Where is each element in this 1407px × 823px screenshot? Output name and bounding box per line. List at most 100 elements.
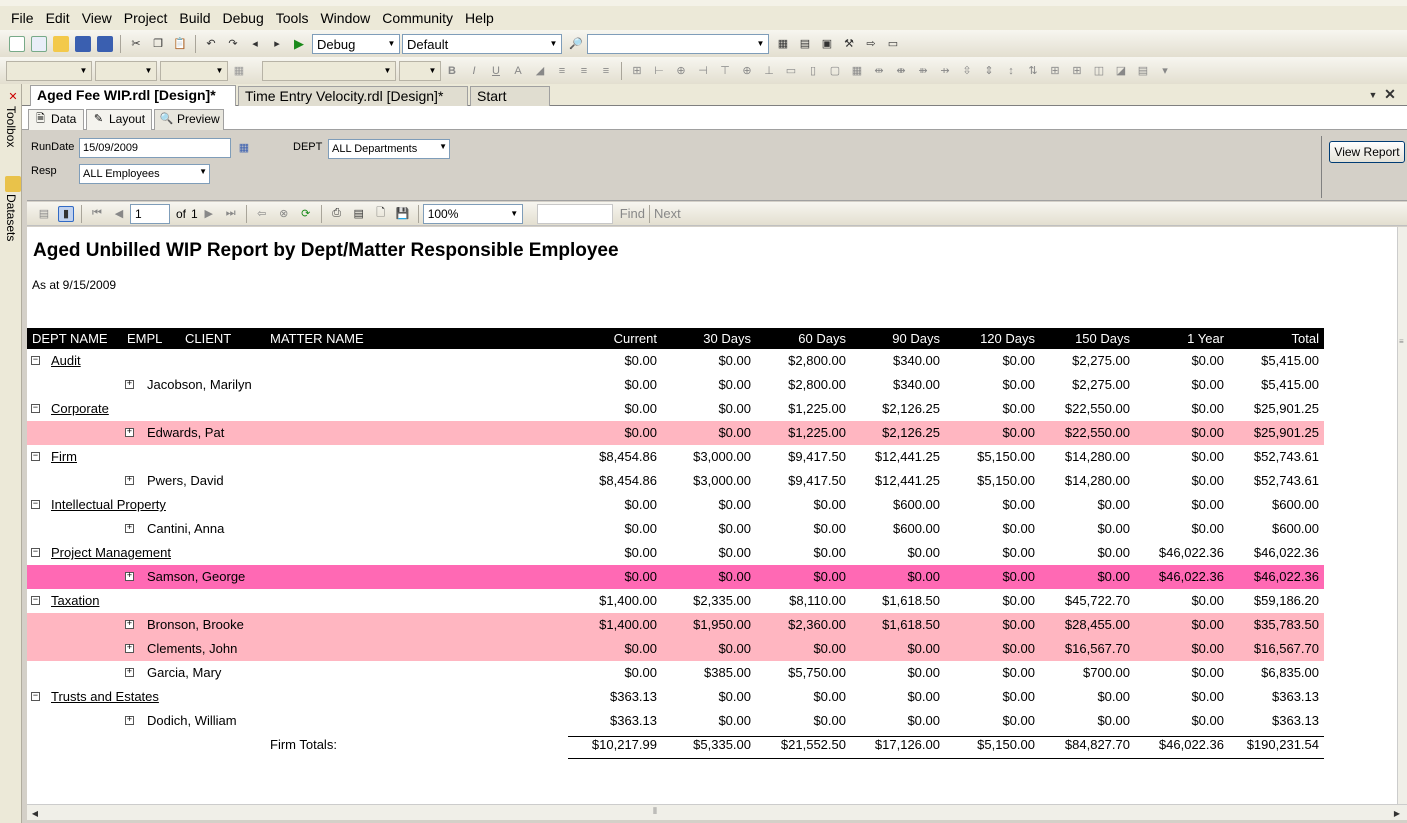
border-width-select[interactable]: ▼ xyxy=(399,60,441,81)
increase-vspace-icon[interactable]: ⇕ xyxy=(981,63,997,79)
remove-vspace-icon[interactable]: ⇅ xyxy=(1025,63,1041,79)
next-link[interactable]: Next xyxy=(654,206,681,221)
italic-icon[interactable]: I xyxy=(466,63,482,79)
menu-build[interactable]: Build xyxy=(179,7,210,29)
find-input[interactable] xyxy=(536,203,613,224)
collapse-icon[interactable]: − xyxy=(31,548,40,557)
center-vertically-icon[interactable]: ⊞ xyxy=(1069,63,1085,79)
dept-name-link[interactable]: Corporate xyxy=(51,401,109,416)
calendar-icon[interactable]: ▦ xyxy=(236,139,252,155)
find-in-files-icon[interactable]: 🔎 xyxy=(568,36,584,52)
paste-icon[interactable]: 📋 xyxy=(172,36,188,52)
expand-icon[interactable]: + xyxy=(125,620,134,629)
copy-icon[interactable]: ❐ xyxy=(150,36,166,52)
same-size-icon[interactable]: ▢ xyxy=(827,63,843,79)
add-item-icon[interactable] xyxy=(31,35,47,52)
menu-tools[interactable]: Tools xyxy=(276,7,309,29)
menu-project[interactable]: Project xyxy=(124,7,168,29)
collapse-icon[interactable]: − xyxy=(31,692,40,701)
page-setup-icon[interactable]: 🗋 xyxy=(373,206,389,222)
zoom-select[interactable]: 100% ▼ xyxy=(422,203,523,224)
document-map-icon[interactable]: ▤ xyxy=(36,206,52,222)
navigate-forward-icon[interactable]: ▸ xyxy=(269,36,285,52)
view-report-button[interactable]: View Report xyxy=(1329,141,1405,163)
tab-start-page[interactable]: Start Page xyxy=(470,86,550,123)
tab-order-icon[interactable]: ▤ xyxy=(1135,63,1151,79)
menu-community[interactable]: Community xyxy=(382,7,453,29)
bring-to-front-icon[interactable]: ◫ xyxy=(1091,63,1107,79)
same-width-icon[interactable]: ▭ xyxy=(783,63,799,79)
scroll-right-icon[interactable]: ▶ xyxy=(1389,805,1405,821)
save-all-icon[interactable] xyxy=(97,35,113,52)
vertical-spacing-icon[interactable]: ⇳ xyxy=(959,63,975,79)
expand-icon[interactable]: + xyxy=(125,644,134,653)
dept-name-link[interactable]: Audit xyxy=(51,353,81,368)
back-icon[interactable]: ⇦ xyxy=(254,206,270,222)
align-right-icon[interactable]: ≡ xyxy=(598,63,614,79)
last-page-icon[interactable]: ⏭ xyxy=(223,206,239,222)
dept-name-link[interactable]: Trusts and Estates xyxy=(51,689,159,704)
size-select[interactable]: ▼ xyxy=(160,60,228,81)
command-window-icon[interactable]: ▭ xyxy=(885,36,901,52)
align-tops-icon[interactable]: ⊤ xyxy=(717,63,733,79)
send-to-back-icon[interactable]: ◪ xyxy=(1113,63,1129,79)
align-left-icon[interactable]: ≡ xyxy=(554,63,570,79)
expand-icon[interactable]: + xyxy=(125,476,134,485)
horizontal-spacing-icon[interactable]: ⇹ xyxy=(871,63,887,79)
align-to-grid-icon[interactable]: ⊞ xyxy=(629,63,645,79)
start-debug-icon[interactable]: ▶ xyxy=(291,36,307,52)
tab-preview[interactable]: 🔍 Preview xyxy=(154,109,224,130)
menu-debug[interactable]: Debug xyxy=(223,7,264,29)
tab-aged-fee-wip[interactable]: Aged Fee WIP.rdl [Design]* xyxy=(30,85,236,106)
fill-color-icon[interactable]: ◢ xyxy=(532,63,548,79)
align-rights-icon[interactable]: ⊣ xyxy=(695,63,711,79)
collapse-icon[interactable]: − xyxy=(31,500,40,509)
menu-help[interactable]: Help xyxy=(465,7,494,29)
toolbox-tab[interactable]: Toolbox xyxy=(2,106,20,147)
align-center-icon[interactable]: ≡ xyxy=(576,63,592,79)
object-browser-icon[interactable]: ▣ xyxy=(819,36,835,52)
collapse-icon[interactable]: − xyxy=(31,596,40,605)
font-select[interactable]: ▼ xyxy=(95,60,157,81)
rundate-input[interactable]: 15/09/2009 xyxy=(79,138,231,158)
tab-layout[interactable]: ✎ Layout xyxy=(86,109,152,130)
toolbar-options-icon[interactable]: ▾ xyxy=(1157,63,1173,79)
dept-select[interactable]: ALL Departments ▼ xyxy=(328,139,450,159)
close-icon[interactable]: ✕ xyxy=(1382,86,1398,102)
increase-hspace-icon[interactable]: ⇼ xyxy=(893,63,909,79)
parameters-toggle-icon[interactable]: ▮ xyxy=(58,205,74,222)
find-link[interactable]: Find xyxy=(620,206,645,221)
size-to-grid-icon[interactable]: ▦ xyxy=(849,63,865,79)
decrease-hspace-icon[interactable]: ⇻ xyxy=(915,63,931,79)
new-project-icon[interactable] xyxy=(9,35,25,52)
solution-config-select[interactable]: Debug ▼ xyxy=(312,33,400,54)
style-select[interactable]: ▼ xyxy=(6,60,92,81)
tab-data[interactable]: 🗎 Data xyxy=(28,109,84,130)
vertical-scrollbar[interactable]: ≡ xyxy=(1397,227,1407,804)
expand-icon[interactable]: + xyxy=(125,524,134,533)
bold-icon[interactable]: B xyxy=(444,63,460,79)
tab-list-chevron-icon[interactable]: ▼ xyxy=(1365,87,1381,103)
border-icon[interactable]: ▦ xyxy=(231,63,247,79)
align-centers-icon[interactable]: ⊕ xyxy=(673,63,689,79)
collapse-icon[interactable]: − xyxy=(31,356,40,365)
align-bottoms-icon[interactable]: ⊥ xyxy=(761,63,777,79)
first-page-icon[interactable]: ⏮ xyxy=(89,206,105,222)
menu-window[interactable]: Window xyxy=(320,7,370,29)
decrease-vspace-icon[interactable]: ↕ xyxy=(1003,63,1019,79)
scroll-left-icon[interactable]: ◀ xyxy=(27,805,43,821)
expand-icon[interactable]: + xyxy=(125,380,134,389)
expand-icon[interactable]: + xyxy=(125,428,134,437)
menu-file[interactable]: File xyxy=(11,7,34,29)
collapse-icon[interactable]: − xyxy=(31,404,40,413)
open-file-icon[interactable] xyxy=(53,35,69,52)
datasets-tab[interactable]: Datasets xyxy=(2,194,20,241)
properties-icon[interactable]: ▤ xyxy=(797,36,813,52)
collapse-icon[interactable]: − xyxy=(31,452,40,461)
dept-name-link[interactable]: Project Management xyxy=(51,545,171,560)
horizontal-scrollbar[interactable]: ◀ ⦀ ▶ xyxy=(27,804,1407,820)
export-icon[interactable]: 💾 xyxy=(395,206,411,222)
undo-icon[interactable]: ↶ xyxy=(203,36,219,52)
expand-icon[interactable]: + xyxy=(125,716,134,725)
underline-icon[interactable]: U xyxy=(488,63,504,79)
